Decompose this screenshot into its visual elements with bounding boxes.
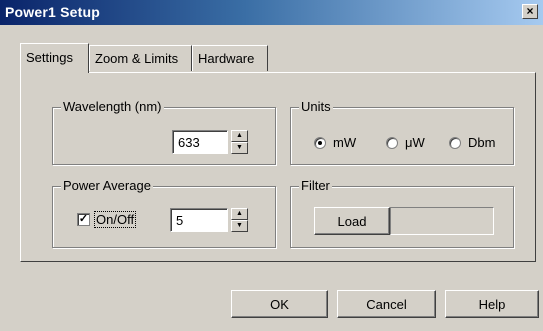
load-button[interactable]: Load: [314, 207, 390, 235]
filter-group: Filter Load: [290, 178, 514, 248]
radio-uw[interactable]: [386, 137, 398, 149]
power-average-spin-up-button[interactable]: ▲: [231, 208, 248, 220]
on-off-checkbox[interactable]: ✓: [77, 213, 90, 226]
tab-settings-label: Settings: [26, 50, 73, 65]
cancel-button[interactable]: Cancel: [337, 290, 436, 318]
ok-button[interactable]: OK: [231, 290, 328, 318]
cancel-button-label: Cancel: [366, 297, 407, 312]
wavelength-group: Wavelength (nm) 633 ▲ ▼: [52, 99, 276, 165]
wavelength-value: 633: [178, 135, 200, 150]
ok-button-label: OK: [270, 297, 289, 312]
radio-dbm-label[interactable]: Dbm: [468, 135, 495, 150]
up-arrow-icon: ▲: [236, 132, 243, 139]
radio-dbm[interactable]: [449, 137, 461, 149]
wavelength-spin-up-button[interactable]: ▲: [231, 130, 248, 142]
tab-hardware[interactable]: Hardware: [192, 45, 268, 71]
tab-hardware-label: Hardware: [198, 51, 255, 66]
units-legend: Units: [299, 99, 333, 114]
tab-settings[interactable]: Settings: [20, 43, 89, 73]
filter-file-display: [390, 207, 494, 235]
power-average-spin-down-button[interactable]: ▼: [231, 220, 248, 232]
close-button[interactable]: ×: [522, 4, 538, 19]
up-arrow-icon: ▲: [236, 210, 243, 217]
wavelength-input[interactable]: 633: [172, 130, 228, 154]
tab-zoom-limits-label: Zoom & Limits: [95, 51, 179, 66]
help-button-label: Help: [478, 297, 506, 312]
on-off-label[interactable]: On/Off: [94, 211, 137, 228]
window-title: Power1 Setup: [5, 4, 100, 20]
wavelength-spinner: ▲ ▼: [231, 130, 248, 154]
settings-tab-panel: Wavelength (nm) 633 ▲ ▼ Units mW μW Dbm …: [20, 72, 536, 262]
power-average-spinner: ▲ ▼: [231, 208, 248, 232]
power-average-input[interactable]: 5: [170, 208, 228, 232]
power1-setup-dialog: Power1 Setup × Settings Zoom & Limits Ha…: [0, 0, 543, 331]
check-icon: ✓: [78, 213, 89, 225]
tab-zoom-limits[interactable]: Zoom & Limits: [89, 45, 192, 71]
load-button-label: Load: [337, 214, 367, 229]
down-arrow-icon: ▼: [236, 144, 243, 151]
radio-mw-selected-dot: [318, 141, 322, 145]
radio-mw-label[interactable]: mW: [333, 135, 356, 150]
power-average-legend: Power Average: [61, 178, 153, 193]
help-button[interactable]: Help: [445, 290, 539, 318]
title-bar[interactable]: Power1 Setup ×: [0, 0, 543, 25]
wavelength-legend: Wavelength (nm): [61, 99, 164, 114]
close-icon: ×: [526, 4, 534, 18]
radio-mw[interactable]: [314, 137, 326, 149]
wavelength-spin-down-button[interactable]: ▼: [231, 142, 248, 154]
filter-legend: Filter: [299, 178, 332, 193]
units-group: Units mW μW Dbm: [290, 99, 514, 165]
radio-uw-label[interactable]: μW: [405, 135, 425, 150]
down-arrow-icon: ▼: [236, 222, 243, 229]
power-average-value: 5: [176, 213, 184, 228]
power-average-group: Power Average ✓ On/Off 5 ▲ ▼: [52, 178, 276, 248]
